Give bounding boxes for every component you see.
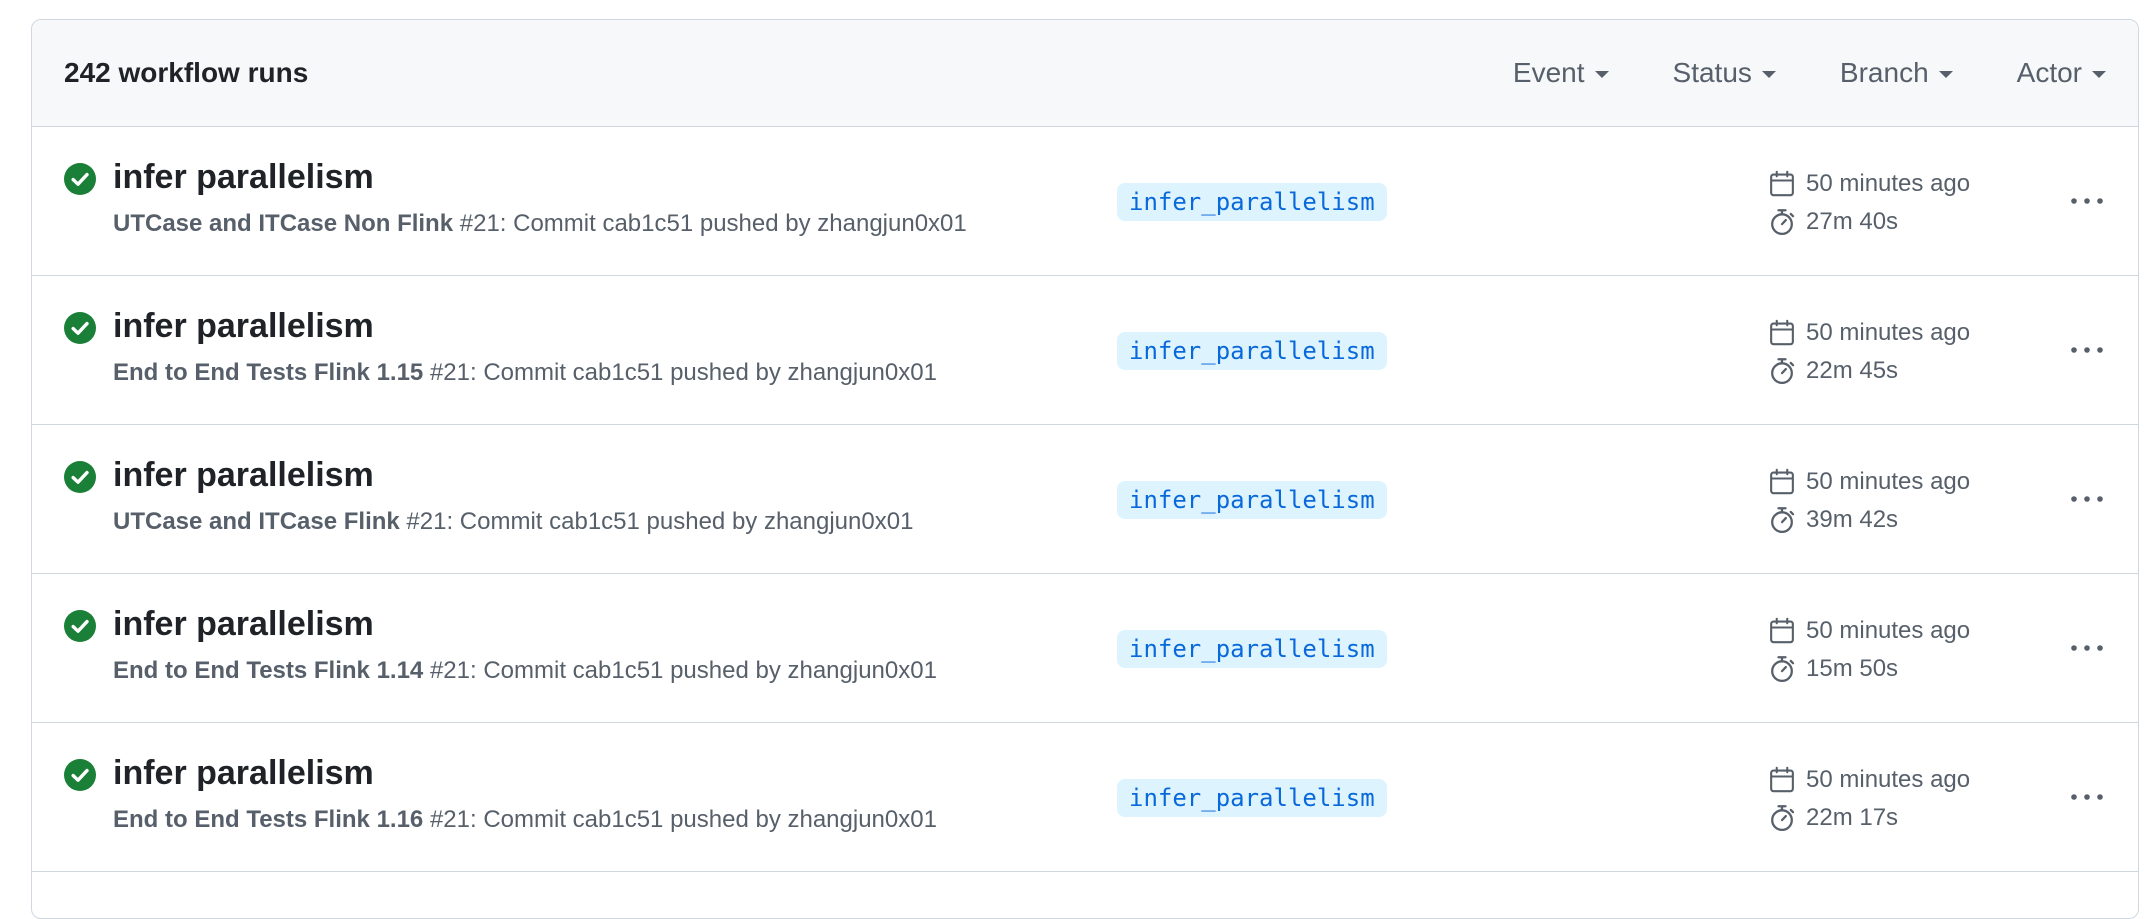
kebab-horizontal-icon (2071, 347, 2103, 353)
run-duration: 22m 45s (1768, 352, 1970, 390)
filter-label: Branch (1839, 57, 1929, 88)
filter-bar: Event Status Branch Actor (1513, 20, 2106, 126)
run-time-ago: 50 minutes ago (1768, 463, 1970, 501)
duration-text: 15m 50s (1806, 655, 1899, 682)
run-timing: 50 minutes ago 39m 42s (1768, 463, 1970, 539)
runs-count: 242 workflow runs (64, 57, 309, 88)
stopwatch-icon (1771, 805, 1795, 832)
run-meta: UTCase and ITCase Non Flink #21: Commit … (113, 209, 967, 239)
time-ago-text: 50 minutes ago (1806, 170, 1971, 197)
branch-filter-button[interactable]: Branch (1840, 57, 1953, 89)
run-title-link[interactable]: infer parallelism (113, 455, 374, 495)
workflow-name: UTCase and ITCase Flink (113, 508, 400, 535)
run-meta: End to End Tests Flink 1.15 #21: Commit … (113, 358, 937, 388)
workflow-name: End to End Tests Flink 1.14 (113, 657, 424, 684)
time-ago-text: 50 minutes ago (1806, 468, 1971, 495)
triangle-down-icon (1761, 71, 1776, 78)
kebab-horizontal-icon (2071, 496, 2103, 502)
branch-label[interactable]: infer_parallelism (1117, 183, 1387, 221)
check-circle-fill-icon (64, 312, 96, 344)
stopwatch-icon (1771, 358, 1795, 385)
branch-label[interactable]: infer_parallelism (1117, 332, 1387, 370)
duration-text: 22m 45s (1806, 357, 1899, 384)
run-actions-button[interactable] (2062, 777, 2112, 817)
branch-label[interactable]: infer_parallelism (1117, 779, 1387, 817)
workflow-run-row: infer parallelism End to End Tests Flink… (32, 276, 2138, 425)
run-actions-button[interactable] (2062, 330, 2112, 370)
run-detail: #21: Commit cab1c51 pushed by zhangjun0x… (423, 657, 937, 684)
kebab-horizontal-icon (2071, 794, 2103, 800)
filter-label: Event (1512, 57, 1585, 88)
run-meta: UTCase and ITCase Flink #21: Commit cab1… (113, 507, 913, 537)
workflow-runs-header: 242 workflow runs Event Status Branch Ac… (32, 20, 2138, 127)
calendar-icon (1770, 617, 1794, 644)
actor-filter-button[interactable]: Actor (2017, 57, 2106, 89)
status-filter-button[interactable]: Status (1673, 57, 1776, 89)
calendar-icon (1770, 766, 1794, 793)
branch-label[interactable]: infer_parallelism (1117, 630, 1387, 668)
run-title-link[interactable]: infer parallelism (113, 157, 374, 197)
run-time-ago: 50 minutes ago (1768, 165, 1970, 203)
check-circle-fill-icon (64, 163, 96, 195)
run-duration: 39m 42s (1768, 501, 1970, 539)
check-circle-fill-icon (64, 610, 96, 642)
calendar-icon (1770, 319, 1794, 346)
workflow-runs-box: 242 workflow runs Event Status Branch Ac… (31, 19, 2139, 919)
time-ago-text: 50 minutes ago (1806, 617, 1971, 644)
workflow-run-row: infer parallelism UTCase and ITCase Flin… (32, 425, 2138, 574)
duration-text: 22m 17s (1806, 804, 1899, 831)
run-title-link[interactable]: infer parallelism (113, 753, 374, 793)
run-time-ago: 50 minutes ago (1768, 761, 1970, 799)
run-timing: 50 minutes ago 27m 40s (1768, 165, 1970, 241)
duration-text: 39m 42s (1806, 506, 1899, 533)
filter-label: Status (1672, 57, 1752, 88)
run-duration: 22m 17s (1768, 799, 1970, 837)
workflow-name: End to End Tests Flink 1.15 (113, 359, 424, 386)
run-detail: #21: Commit cab1c51 pushed by zhangjun0x… (423, 359, 937, 386)
triangle-down-icon (1938, 71, 1953, 78)
run-meta: End to End Tests Flink 1.14 #21: Commit … (113, 656, 937, 686)
run-timing: 50 minutes ago 22m 45s (1768, 314, 1970, 390)
run-title-link[interactable]: infer parallelism (113, 306, 374, 346)
triangle-down-icon (1594, 71, 1609, 78)
event-filter-button[interactable]: Event (1513, 57, 1609, 89)
run-duration: 27m 40s (1768, 203, 1970, 241)
run-timing: 50 minutes ago 15m 50s (1768, 612, 1970, 688)
time-ago-text: 50 minutes ago (1806, 319, 1971, 346)
run-meta: End to End Tests Flink 1.16 #21: Commit … (113, 805, 937, 835)
run-detail: #21: Commit cab1c51 pushed by zhangjun0x… (453, 210, 967, 237)
duration-text: 27m 40s (1806, 208, 1899, 235)
workflow-run-row: infer parallelism End to End Tests Flink… (32, 723, 2138, 872)
run-actions-button[interactable] (2062, 479, 2112, 519)
workflow-runs-list: infer parallelism UTCase and ITCase Non … (32, 127, 2138, 872)
run-timing: 50 minutes ago 22m 17s (1768, 761, 1970, 837)
run-detail: #21: Commit cab1c51 pushed by zhangjun0x… (399, 508, 914, 535)
run-time-ago: 50 minutes ago (1768, 612, 1970, 650)
filter-label: Actor (2016, 57, 2082, 88)
stopwatch-icon (1771, 209, 1795, 236)
run-duration: 15m 50s (1768, 650, 1970, 688)
branch-label[interactable]: infer_parallelism (1117, 481, 1387, 519)
triangle-down-icon (2092, 71, 2106, 78)
kebab-horizontal-icon (2071, 645, 2103, 651)
kebab-horizontal-icon (2071, 198, 2103, 204)
stopwatch-icon (1771, 656, 1795, 683)
time-ago-text: 50 minutes ago (1806, 766, 1971, 793)
run-actions-button[interactable] (2062, 181, 2112, 221)
workflow-name: End to End Tests Flink 1.16 (113, 806, 424, 833)
run-time-ago: 50 minutes ago (1768, 314, 1970, 352)
workflow-name: UTCase and ITCase Non Flink (113, 210, 454, 237)
workflow-run-row: infer parallelism End to End Tests Flink… (32, 574, 2138, 723)
check-circle-fill-icon (64, 759, 96, 791)
run-title-link[interactable]: infer parallelism (113, 604, 374, 644)
run-actions-button[interactable] (2062, 628, 2112, 668)
workflow-run-row: infer parallelism UTCase and ITCase Non … (32, 127, 2138, 276)
calendar-icon (1770, 468, 1794, 495)
stopwatch-icon (1771, 507, 1795, 534)
calendar-icon (1770, 170, 1794, 197)
check-circle-fill-icon (64, 461, 96, 493)
run-detail: #21: Commit cab1c51 pushed by zhangjun0x… (423, 806, 937, 833)
